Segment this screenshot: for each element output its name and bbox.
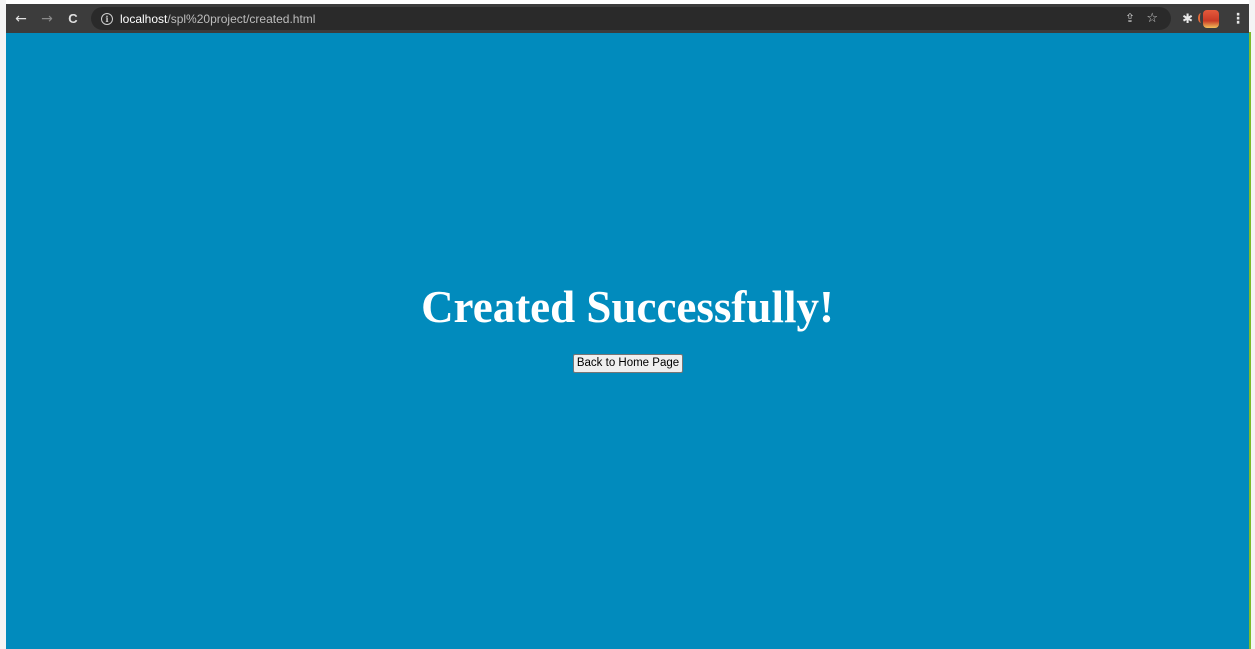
share-icon[interactable]: ⇪ — [1125, 11, 1135, 25]
screenshot-frame: ← → C i localhost/spl%20project/created.… — [0, 0, 1255, 649]
toolbar-right-tools: ✱ ⋮ — [1182, 8, 1245, 30]
forward-arrow-icon[interactable]: → — [36, 8, 58, 30]
kebab-menu-icon[interactable]: ⋮ — [1231, 11, 1245, 27]
page-viewport: Created Successfully! Back to Home Page — [6, 33, 1249, 649]
page-title: Created Successfully! — [421, 282, 834, 332]
back-arrow-icon[interactable]: ← — [10, 8, 32, 30]
url-text[interactable]: localhost/spl%20project/created.html — [120, 12, 315, 26]
back-to-home-button[interactable]: Back to Home Page — [573, 354, 683, 373]
avatar[interactable] — [1198, 10, 1219, 28]
reload-icon[interactable]: C — [62, 8, 84, 30]
address-bar[interactable]: i localhost/spl%20project/created.html ⇪… — [91, 7, 1171, 30]
star-icon[interactable]: ☆ — [1146, 11, 1158, 26]
url-host: localhost — [120, 11, 168, 26]
puzzle-icon[interactable]: ✱ — [1182, 12, 1193, 27]
browser-toolbar: ← → C i localhost/spl%20project/created.… — [6, 4, 1249, 33]
url-path: /spl%20project/created.html — [167, 11, 316, 26]
window-right-accent — [1249, 32, 1251, 649]
info-icon[interactable]: i — [101, 12, 113, 25]
